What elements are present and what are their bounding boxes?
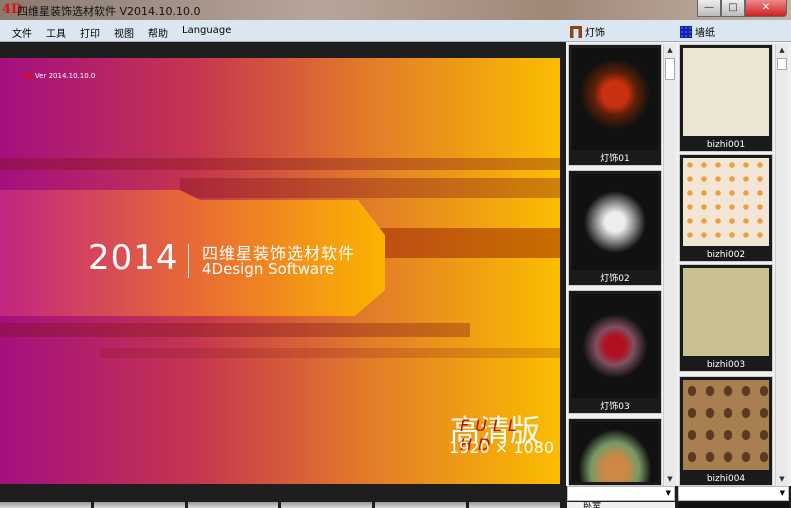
category-label: 卧室: [583, 502, 602, 508]
list-item[interactable]: bizhi002: [679, 154, 773, 262]
thumbnail[interactable]: [187, 502, 279, 508]
tab-lights[interactable]: 灯饰: [570, 24, 605, 39]
year-text: 2014: [88, 238, 179, 278]
wallpaper-scrollbar[interactable]: ▲ ▼: [775, 44, 788, 486]
title-bar: 4D 四维星装饰选材软件 V2014.10.10.0 — □ ✕: [0, 0, 791, 20]
resolution-text: 1920 × 1080: [449, 438, 555, 457]
minimize-button[interactable]: —: [697, 0, 721, 17]
list-item[interactable]: 灯饰03: [568, 290, 662, 414]
list-item[interactable]: 灯饰01: [568, 44, 662, 166]
lights-filter-dropdown[interactable]: ▼: [567, 486, 675, 501]
scroll-down-icon[interactable]: ▼: [776, 473, 788, 486]
menu-tools[interactable]: 工具: [46, 25, 66, 40]
version-label: 4D Ver 2014.10.10.0: [22, 72, 96, 80]
scroll-up-icon[interactable]: ▲: [664, 44, 676, 57]
menu-view[interactable]: 视图: [114, 25, 134, 40]
thumbnail[interactable]: [469, 502, 560, 508]
thumbnail[interactable]: [93, 502, 185, 508]
scroll-thumb[interactable]: [777, 58, 787, 70]
category-item[interactable]: 卧室: [567, 502, 675, 508]
chevron-down-icon: ▼: [779, 489, 785, 497]
thumbnail[interactable]: [375, 502, 467, 508]
menu-file[interactable]: 文件: [12, 25, 32, 40]
bottom-preview: [678, 502, 789, 508]
list-item[interactable]: [568, 418, 662, 486]
product-name-en: 4Design Software: [202, 260, 335, 278]
maximize-button[interactable]: □: [721, 0, 745, 17]
list-item[interactable]: 灯饰02: [568, 170, 662, 286]
list-item[interactable]: bizhi004: [679, 376, 773, 486]
thumbnail[interactable]: [0, 502, 91, 508]
list-item[interactable]: bizhi001: [679, 44, 773, 152]
thumbnail[interactable]: [281, 502, 373, 508]
lights-scrollbar[interactable]: ▲ ▼: [663, 44, 676, 486]
tab-lights-label: 灯饰: [585, 28, 605, 39]
menu-help[interactable]: 帮助: [148, 25, 168, 40]
menu-language[interactable]: Language: [182, 25, 231, 36]
divider: [188, 244, 189, 278]
wallpaper-filter-dropdown[interactable]: ▼: [678, 486, 789, 501]
window-title: 四维星装饰选材软件 V2014.10.10.0: [17, 5, 201, 18]
chair-icon: [570, 25, 582, 38]
list-item[interactable]: bizhi003: [679, 264, 773, 372]
chevron-down-icon: ▼: [665, 489, 671, 497]
menu-print[interactable]: 打印: [80, 25, 100, 40]
scroll-down-icon[interactable]: ▼: [664, 473, 676, 486]
menu-bar: 文件 工具 打印 视图 帮助 Language 灯饰 墙纸: [0, 20, 791, 42]
scroll-up-icon[interactable]: ▲: [776, 44, 788, 57]
wallpaper-list: bizhi001 bizhi002 bizhi003 bizhi004 ▲ ▼: [677, 42, 791, 486]
tab-wallpaper-label: 墙纸: [695, 28, 715, 39]
wallpaper-icon: [680, 25, 692, 38]
close-button[interactable]: ✕: [745, 0, 787, 17]
tab-wallpaper[interactable]: 墙纸: [680, 24, 715, 39]
bottom-thumbnail-strip: [0, 502, 560, 508]
lights-list: 灯饰01 灯饰02 灯饰03 ▲ ▼: [566, 42, 677, 486]
splash-screen: 4D Ver 2014.10.10.0 2014 四维星装饰选材软件 4Desi…: [0, 58, 560, 484]
scroll-thumb[interactable]: [665, 58, 675, 80]
